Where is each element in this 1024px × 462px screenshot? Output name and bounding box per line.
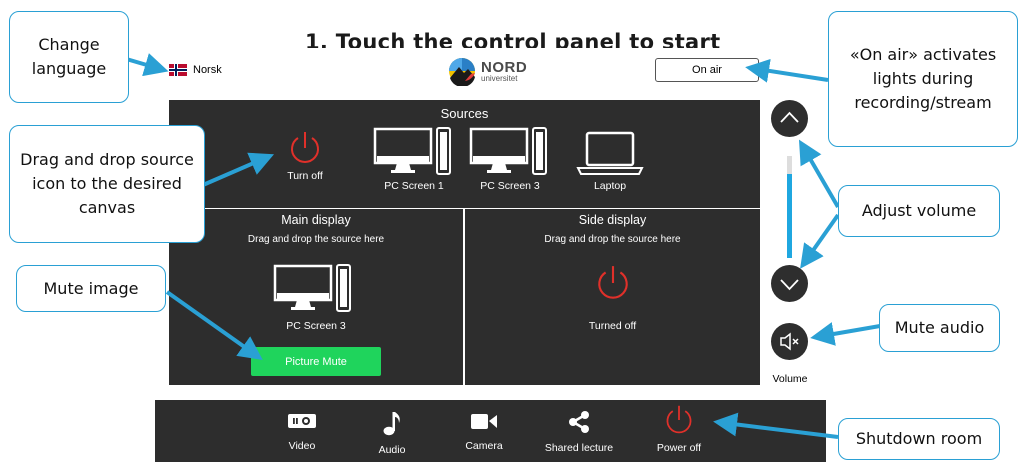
arrow-shutdown bbox=[713, 412, 839, 439]
callout-drag-drop: Drag and drop source icon to the desired… bbox=[9, 125, 205, 243]
arrow-volume-down bbox=[800, 213, 840, 269]
arrow-on-air bbox=[745, 58, 829, 83]
arrow-drag-drop bbox=[202, 152, 275, 187]
arrow-mute-image bbox=[165, 290, 263, 360]
callout-on-air: «On air» activates lights during recordi… bbox=[828, 11, 1018, 147]
callout-mute-image: Mute image bbox=[16, 265, 166, 312]
arrow-volume-up bbox=[798, 139, 840, 209]
callout-adjust-volume: Adjust volume bbox=[838, 185, 1000, 237]
callout-change-language: Change language bbox=[9, 11, 129, 103]
callout-shutdown: Shutdown room bbox=[838, 418, 1000, 460]
callout-mute-audio: Mute audio bbox=[879, 304, 1000, 352]
arrow-mute-audio bbox=[810, 322, 881, 346]
